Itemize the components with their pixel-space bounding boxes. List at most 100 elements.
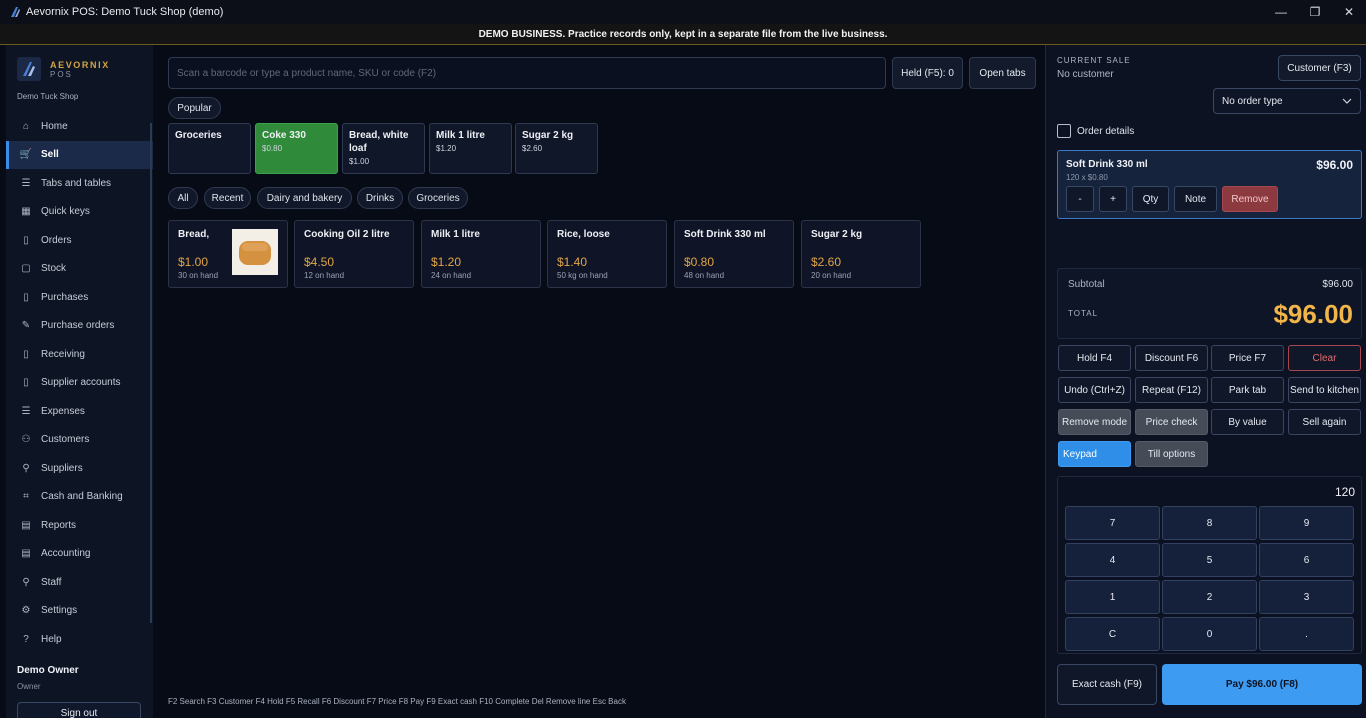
product-card-milk-1-litre[interactable]: Milk 1 litre $1.20 24 on hand — [421, 220, 541, 288]
action-remove-mode-button[interactable]: Remove mode — [1058, 409, 1131, 435]
action-by-value-button[interactable]: By value — [1211, 409, 1284, 435]
maximize-button[interactable]: ❐ — [1298, 0, 1332, 24]
product-search-input[interactable]: Scan a barcode or type a product name, S… — [168, 57, 886, 89]
held-button[interactable]: Held (F5): 0 — [892, 57, 963, 89]
product-stock: 24 on hand — [431, 271, 472, 280]
sidebar-item-stock[interactable]: ▢ Stock — [6, 255, 153, 284]
sidebar-item-cash-and-banking[interactable]: ⌗ Cash and Banking — [6, 483, 153, 512]
action-send-to-kitchen-button[interactable]: Send to kitchen — [1288, 377, 1361, 403]
sidebar-item-purchase-orders[interactable]: ✎ Purchase orders — [6, 312, 153, 341]
product-card-bread[interactable]: Bread, $1.00 30 on hand — [168, 220, 288, 288]
sidebar-item-label: Supplier accounts — [41, 377, 121, 389]
subtotal-value: $96.00 — [1322, 279, 1353, 290]
exact-cash-button[interactable]: Exact cash (F9) — [1057, 664, 1157, 705]
quick-key-milk-1-litre[interactable]: Milk 1 litre $1.20 — [429, 123, 512, 174]
sale-line-item[interactable]: Soft Drink 330 ml 120 x $0.80 $96.00 - +… — [1057, 150, 1362, 219]
order-type-select[interactable]: No order type — [1213, 88, 1361, 114]
sidebar-item-label: Suppliers — [41, 462, 83, 474]
filter-chip-dairy-and-bakery[interactable]: Dairy and bakery — [257, 187, 352, 209]
keypad-decimal[interactable]: . — [1259, 617, 1354, 651]
filter-chip-all[interactable]: All — [168, 187, 198, 209]
action-clear-button[interactable]: Clear — [1288, 345, 1361, 371]
sidebar-item-supplier-accounts[interactable]: ▯ Supplier accounts — [6, 369, 153, 398]
numeric-keypad: 120 789 456 123 C0. — [1057, 476, 1362, 654]
remove-line-button[interactable]: Remove — [1222, 186, 1278, 212]
product-card-sugar-2-kg[interactable]: Sugar 2 kg $2.60 20 on hand — [801, 220, 921, 288]
keypad-6[interactable]: 6 — [1259, 543, 1354, 577]
keypad-9[interactable]: 9 — [1259, 506, 1354, 540]
sidebar-item-tabs-and-tables[interactable]: ☰ Tabs and tables — [6, 169, 153, 198]
popular-chip[interactable]: Popular — [168, 97, 221, 119]
product-stock: 50 kg on hand — [557, 271, 608, 280]
grid-icon: ▦ — [21, 206, 31, 218]
keypad-5[interactable]: 5 — [1162, 543, 1257, 577]
pay-button[interactable]: Pay $96.00 (F8) — [1162, 664, 1362, 705]
minimize-button[interactable]: — — [1264, 0, 1298, 24]
keypad-7[interactable]: 7 — [1065, 506, 1160, 540]
brand-logo: AEVORNIX POS — [17, 57, 110, 81]
sidebar-item-sell[interactable]: 🛒 Sell — [6, 140, 153, 169]
order-details-toggle[interactable]: Order details — [1057, 124, 1134, 138]
sidebar-item-purchases[interactable]: ▯ Purchases — [6, 283, 153, 312]
action-park-tab-button[interactable]: Park tab — [1211, 377, 1284, 403]
action-sell-again-button[interactable]: Sell again — [1288, 409, 1361, 435]
quick-key-sugar-2-kg[interactable]: Sugar 2 kg $2.60 — [515, 123, 598, 174]
action-undo-ctrl-z-button[interactable]: Undo (Ctrl+Z) — [1058, 377, 1131, 403]
product-stock: 48 on hand — [684, 271, 725, 280]
sign-out-button[interactable]: Sign out — [17, 702, 141, 718]
filter-chip-recent[interactable]: Recent — [204, 187, 251, 209]
keypad-3[interactable]: 3 — [1259, 580, 1354, 614]
sidebar-nav: ⌂ Home 🛒 Sell ☰ Tabs and tables ▦ Quick keys ▯ Or… — [6, 112, 153, 654]
sidebar-item-label: Expenses — [41, 405, 85, 417]
action-price-check-button[interactable]: Price check — [1135, 409, 1208, 435]
sidebar-item-staff[interactable]: ⚲ Staff — [6, 568, 153, 597]
filter-chip-drinks[interactable]: Drinks — [357, 187, 403, 209]
sidebar-item-help[interactable]: ? Help — [6, 625, 153, 654]
quick-key-groceries[interactable]: Groceries — [168, 123, 251, 174]
quick-key-coke-330[interactable]: Coke 330 $0.80 — [255, 123, 338, 174]
keypad-clear[interactable]: C — [1065, 617, 1160, 651]
product-card-rice-loose[interactable]: Rice, loose $1.40 50 kg on hand — [547, 220, 667, 288]
sidebar-item-reports[interactable]: ▤ Reports — [6, 511, 153, 540]
sidebar-item-suppliers[interactable]: ⚲ Suppliers — [6, 454, 153, 483]
sidebar-item-label: Purchases — [41, 291, 89, 303]
action-discount-f6-button[interactable]: Discount F6 — [1135, 345, 1208, 371]
action-repeat-f12-button[interactable]: Repeat (F12) — [1135, 377, 1208, 403]
keypad-1[interactable]: 1 — [1065, 580, 1160, 614]
sidebar-item-quick-keys[interactable]: ▦ Quick keys — [6, 198, 153, 227]
filter-chip-groceries[interactable]: Groceries — [408, 187, 468, 209]
decrease-qty-button[interactable]: - — [1066, 186, 1094, 212]
action-price-f7-button[interactable]: Price F7 — [1211, 345, 1284, 371]
bread-image — [232, 229, 278, 275]
report-icon: ▤ — [21, 519, 31, 531]
close-button[interactable]: ✕ — [1332, 0, 1366, 24]
brand-name: AEVORNIX — [50, 59, 110, 70]
open-tabs-button[interactable]: Open tabs — [969, 57, 1036, 89]
action-hold-f4-button[interactable]: Hold F4 — [1058, 345, 1131, 371]
qty-button[interactable]: Qty — [1132, 186, 1169, 212]
sidebar-scrollbar[interactable] — [150, 123, 152, 623]
increase-qty-button[interactable]: + — [1099, 186, 1127, 212]
sidebar-item-expenses[interactable]: ☰ Expenses — [6, 397, 153, 426]
sidebar-item-label: Reports — [41, 519, 77, 531]
sidebar-item-orders[interactable]: ▯ Orders — [6, 226, 153, 255]
quick-key-bread-white-loaf[interactable]: Bread, white loaf $1.00 — [342, 123, 425, 174]
keypad-4[interactable]: 4 — [1065, 543, 1160, 577]
sidebar-item-customers[interactable]: ⚇ Customers — [6, 426, 153, 455]
product-name: Milk 1 litre — [431, 229, 480, 240]
keypad-2[interactable]: 2 — [1162, 580, 1257, 614]
note-button[interactable]: Note — [1174, 186, 1217, 212]
sidebar-item-receiving[interactable]: ▯ Receiving — [6, 340, 153, 369]
action-till-options-button[interactable]: Till options — [1135, 441, 1208, 467]
order-details-checkbox[interactable] — [1057, 124, 1071, 138]
product-card-soft-drink-330-ml[interactable]: Soft Drink 330 ml $0.80 48 on hand — [674, 220, 794, 288]
product-card-cooking-oil-2-litre[interactable]: Cooking Oil 2 litre $4.50 12 on hand — [294, 220, 414, 288]
sidebar-item-accounting[interactable]: ▤ Accounting — [6, 540, 153, 569]
action-keypad-button[interactable]: Keypad — [1058, 441, 1131, 467]
sidebar-item-home[interactable]: ⌂ Home — [6, 112, 153, 141]
keypad-8[interactable]: 8 — [1162, 506, 1257, 540]
sidebar-item-settings[interactable]: ⚙ Settings — [6, 597, 153, 626]
keypad-0[interactable]: 0 — [1162, 617, 1257, 651]
total-label: TOTAL — [1068, 309, 1099, 318]
customer-button[interactable]: Customer (F3) — [1278, 55, 1361, 81]
